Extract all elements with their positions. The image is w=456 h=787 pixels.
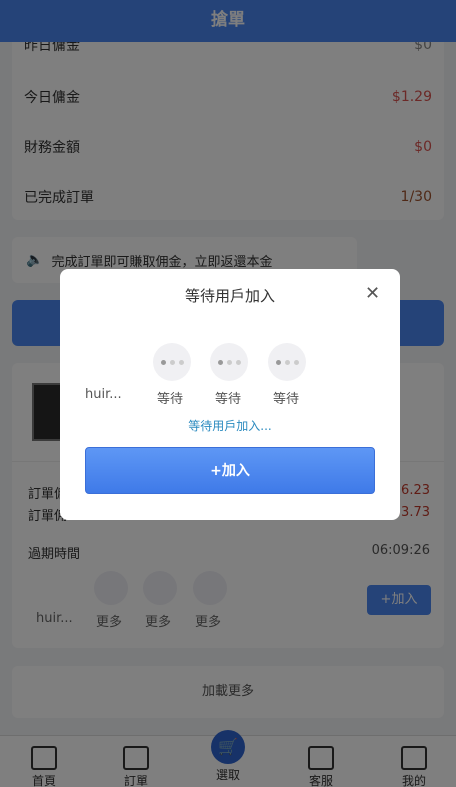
slot-label: 等待 — [215, 392, 242, 407]
waiting-avatar — [268, 343, 306, 381]
waiting-text: 等待用戶加入... — [188, 419, 272, 433]
close-icon[interactable]: ✕ — [365, 283, 380, 304]
slot-label: 等待 — [157, 392, 184, 407]
slot-label: 等待 — [273, 392, 300, 407]
dialog-title: 等待用戶加入 — [184, 287, 275, 305]
dialog-user-name: huir... — [85, 387, 122, 402]
join-button[interactable]: +加入 — [85, 447, 375, 494]
waiting-dialog: 等待用戶加入 ✕ huir... 等待 等待 等待 等待用戶加入... +加入 — [60, 269, 400, 520]
waiting-avatar — [153, 343, 191, 381]
waiting-avatar — [210, 343, 248, 381]
